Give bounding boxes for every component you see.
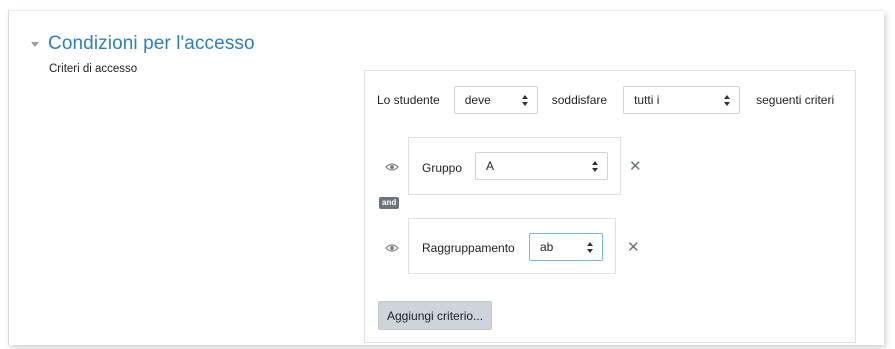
group-select[interactable]: A bbox=[475, 152, 608, 180]
condition-group: Gruppo A bbox=[408, 137, 621, 195]
availability-conditions-container: Lo studente deve soddisfare tutti i segu… bbox=[364, 70, 856, 343]
close-icon[interactable]: ✕ bbox=[629, 159, 642, 174]
condition-grouping: Raggruppamento ab bbox=[408, 218, 616, 274]
grouping-select-value: ab bbox=[540, 240, 554, 254]
caret-down-icon[interactable] bbox=[31, 42, 39, 47]
section-title[interactable]: Condizioni per l'accesso bbox=[48, 33, 255, 55]
must-select[interactable]: deve bbox=[453, 86, 538, 114]
close-icon[interactable]: ✕ bbox=[627, 240, 640, 255]
eye-icon[interactable] bbox=[385, 162, 399, 172]
grouping-select[interactable]: ab bbox=[529, 233, 603, 261]
header-middle: soddisfare bbox=[551, 93, 608, 107]
must-select-value: deve bbox=[464, 93, 491, 107]
select-arrows-icon bbox=[724, 95, 731, 106]
add-criterion-button[interactable]: Aggiungi criterio... bbox=[378, 301, 493, 330]
select-arrows-icon bbox=[592, 161, 598, 172]
select-arrows-icon bbox=[587, 242, 593, 253]
header-row: Lo studente deve soddisfare tutti i segu… bbox=[377, 85, 834, 115]
condition-type-label: Gruppo bbox=[422, 161, 463, 175]
select-arrows-icon bbox=[521, 95, 528, 106]
scope-select-value: tutti i bbox=[634, 93, 660, 107]
group-select-value: A bbox=[486, 159, 495, 173]
availability-panel: Condizioni per l'accesso Criteri di acce… bbox=[8, 10, 884, 345]
scope-select[interactable]: tutti i bbox=[623, 86, 741, 114]
field-label: Criteri di accesso bbox=[49, 63, 138, 75]
condition-type-label: Raggruppamento bbox=[422, 241, 515, 255]
header-suffix: seguenti criteri bbox=[756, 93, 835, 107]
header-prefix: Lo studente bbox=[377, 93, 440, 107]
eye-icon[interactable] bbox=[385, 243, 399, 253]
and-badge: and bbox=[379, 197, 400, 209]
section-toggle[interactable]: Condizioni per l'accesso bbox=[31, 33, 255, 55]
